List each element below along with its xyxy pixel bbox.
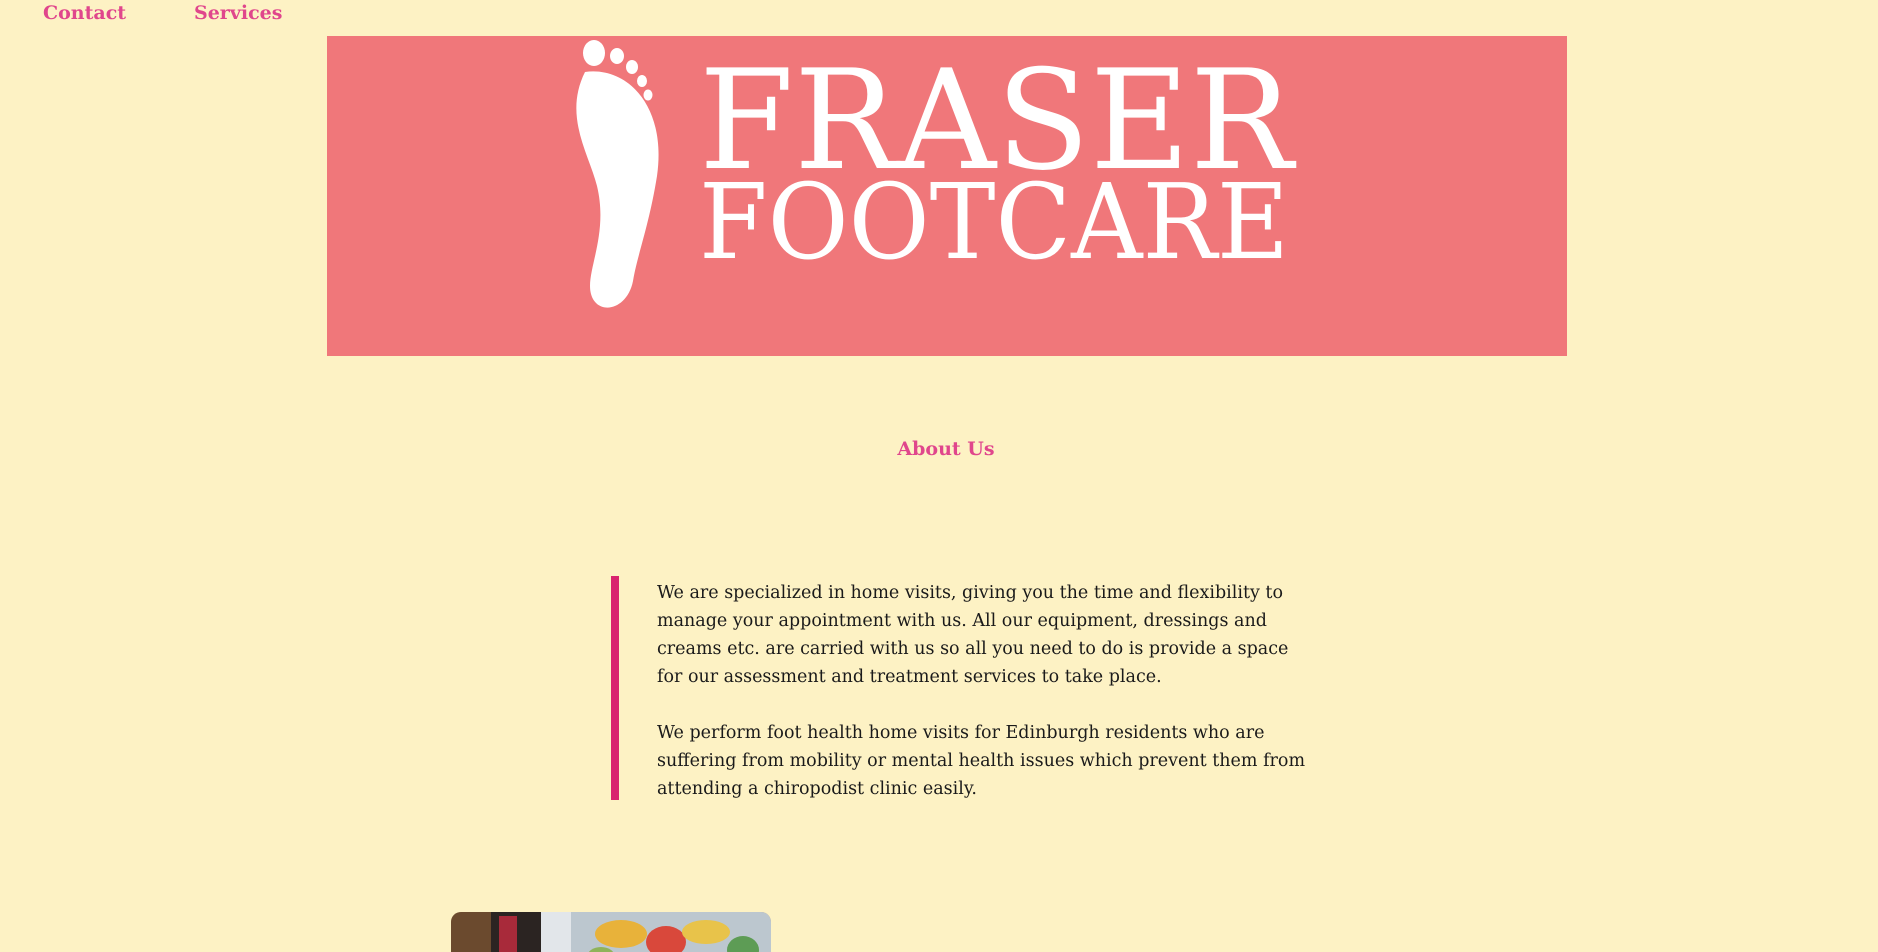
nav-services-link[interactable]: Services xyxy=(194,2,282,24)
about-paragraph-1: We are specialized in home visits, givin… xyxy=(657,583,1289,687)
about-heading: About Us xyxy=(897,438,995,460)
nav-contact-link[interactable]: Contact xyxy=(43,2,126,24)
page: Contact Services FRASER FOOTCARE About U… xyxy=(0,0,1878,952)
logo: FRASER FOOTCARE xyxy=(576,40,1297,308)
about-paragraph-2: We perform foot health home visits for E… xyxy=(657,723,1306,799)
brand-line2: FOOTCARE xyxy=(699,161,1289,283)
brand-banner: FRASER FOOTCARE xyxy=(327,36,1567,356)
clinic-photo xyxy=(451,912,771,952)
about-quote: We are specialized in home visits, givin… xyxy=(611,576,1305,800)
footprint-icon xyxy=(576,40,659,308)
